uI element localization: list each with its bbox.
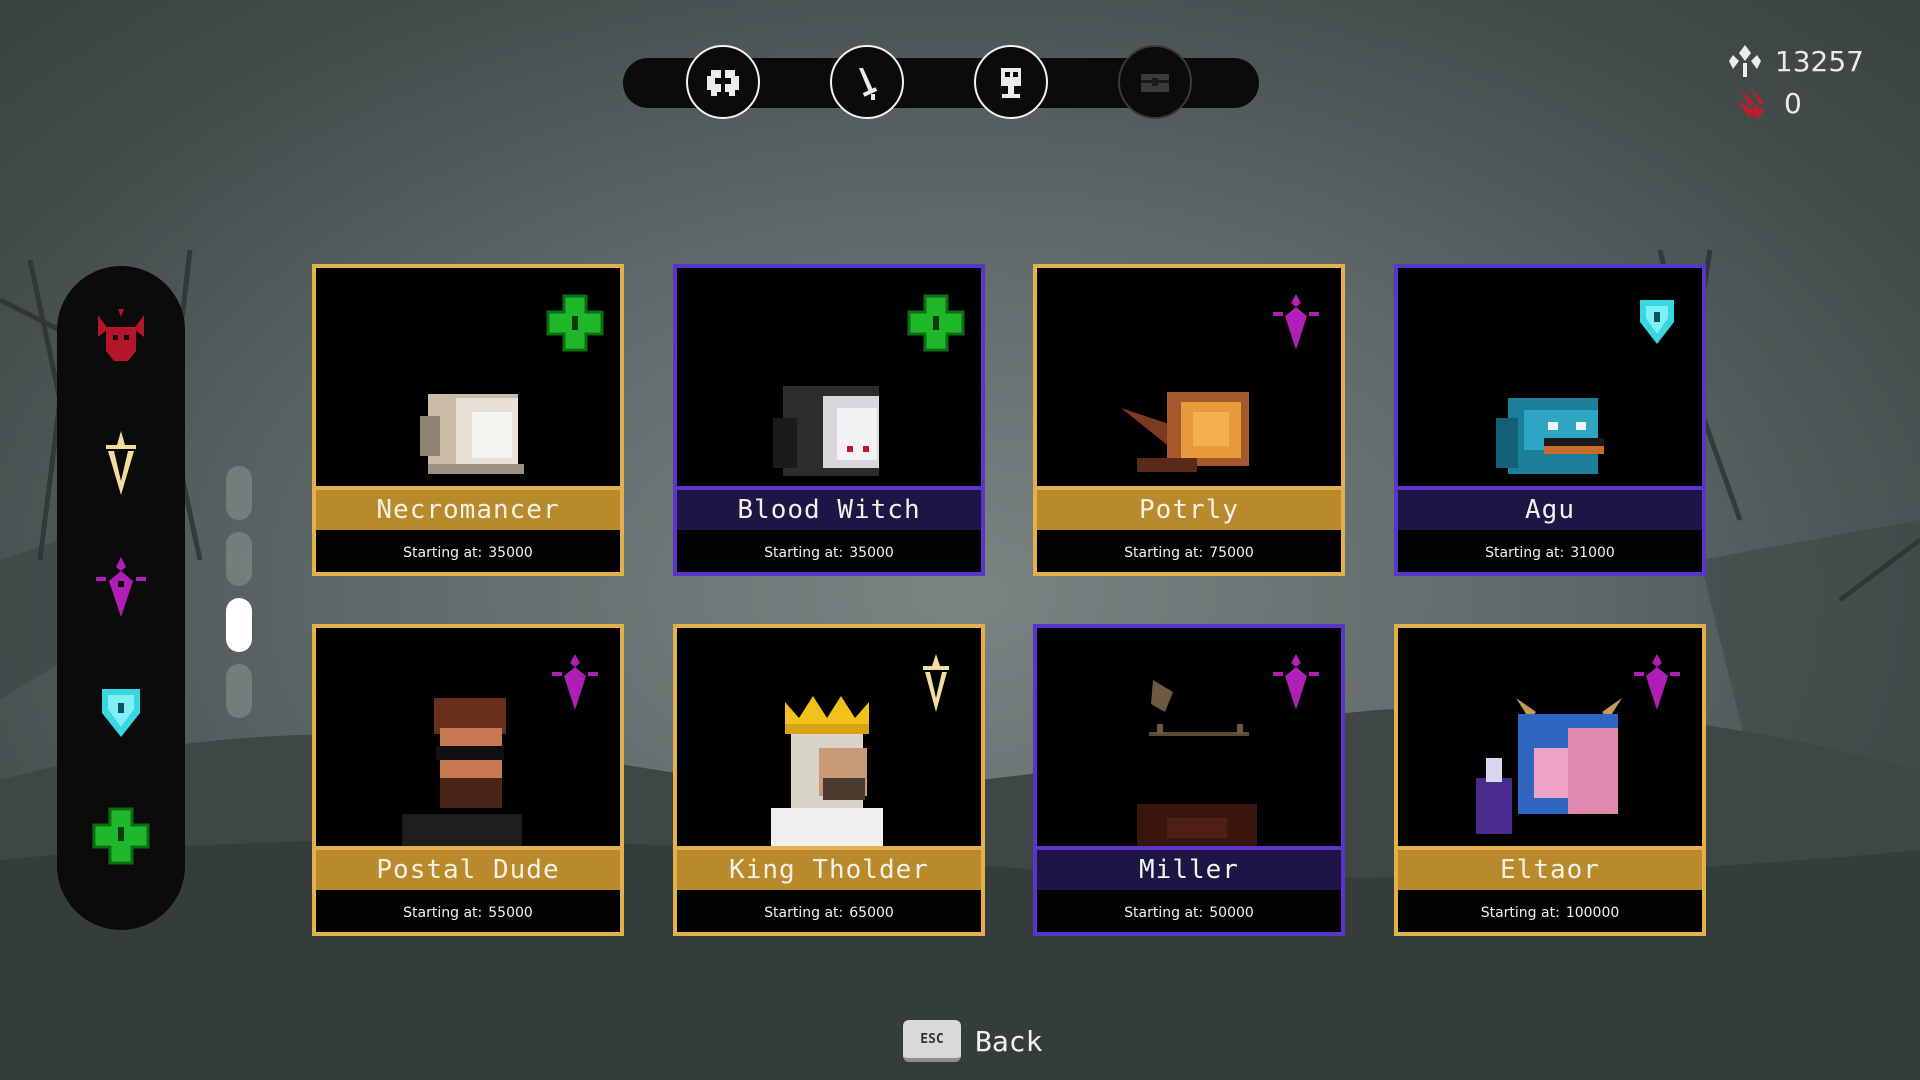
green-cross-icon xyxy=(907,294,965,352)
blood-value: 0 xyxy=(1784,86,1802,120)
tab-weapon[interactable] xyxy=(830,45,904,119)
soul-crystal-icon xyxy=(1728,45,1761,77)
blood-counter: 0 xyxy=(1704,82,1864,124)
price-label: Starting at: xyxy=(403,905,483,921)
price-label: Starting at: xyxy=(1485,545,1565,561)
back-label: Back xyxy=(975,1024,1043,1058)
price-value: 75000 xyxy=(1209,545,1254,561)
dagger-icon xyxy=(923,654,949,712)
character-card-blood-witch[interactable]: Blood Witch Starting at: 35000 xyxy=(673,264,985,576)
green-cross-icon xyxy=(546,294,604,352)
character-portrait xyxy=(1398,268,1702,486)
price-value: 35000 xyxy=(488,545,533,561)
souls-value: 13257 xyxy=(1774,44,1864,78)
demon-crest-icon xyxy=(98,309,144,361)
character-price: Starting at: 75000 xyxy=(1037,530,1341,576)
rail-demon-crest[interactable] xyxy=(81,300,161,380)
price-label: Starting at: xyxy=(764,545,844,561)
character-price: Starting at: 100000 xyxy=(1398,890,1702,936)
rail-dagger[interactable] xyxy=(81,424,161,504)
character-portrait xyxy=(1037,268,1341,486)
currency-panel: 13257 0 xyxy=(1704,40,1864,124)
price-label: Starting at: xyxy=(1480,905,1560,921)
sword-icon xyxy=(859,68,878,100)
tab-statue[interactable] xyxy=(974,45,1048,119)
character-badge xyxy=(905,292,967,354)
price-value: 50000 xyxy=(1209,905,1254,921)
esc-key-icon: ESC xyxy=(903,1020,961,1062)
character-name: King Tholder xyxy=(677,846,981,890)
magenta-sigil-icon xyxy=(1634,654,1680,710)
rail-cyan-shield[interactable] xyxy=(81,672,161,752)
pedestal-icon xyxy=(1001,68,1021,98)
character-card-miller[interactable]: Miller Starting at: 50000 xyxy=(1033,624,1345,936)
scroll-segment[interactable] xyxy=(226,664,252,718)
character-price: Starting at: 31000 xyxy=(1398,530,1702,576)
character-card-eltaor[interactable]: Eltaor Starting at: 100000 xyxy=(1394,624,1706,936)
price-label: Starting at: xyxy=(764,905,844,921)
price-value: 35000 xyxy=(849,545,894,561)
souls-counter: 13257 xyxy=(1704,40,1864,82)
character-card-king-tholder[interactable]: King Tholder Starting at: 65000 xyxy=(673,624,985,936)
character-price: Starting at: 35000 xyxy=(316,530,620,576)
blood-claw-icon xyxy=(1738,87,1764,119)
category-rail xyxy=(57,266,185,930)
character-card-potrly[interactable]: Potrly Starting at: 75000 xyxy=(1033,264,1345,576)
character-card-postal-dude[interactable]: Postal Dude Starting at: 55000 xyxy=(312,624,624,936)
character-badge xyxy=(905,652,967,714)
price-value: 65000 xyxy=(849,905,894,921)
character-name: Miller xyxy=(1037,846,1341,890)
character-portrait xyxy=(316,628,620,846)
magenta-sigil-icon xyxy=(96,557,146,617)
character-badge xyxy=(1265,652,1327,714)
character-card-necromancer[interactable]: Necromancer Starting at: 35000 xyxy=(312,264,624,576)
chest-icon xyxy=(1141,74,1169,92)
magenta-sigil-icon xyxy=(1273,654,1319,710)
character-portrait xyxy=(677,268,981,486)
tab-helmet[interactable] xyxy=(686,45,760,119)
dagger-icon xyxy=(106,431,136,495)
price-label: Starting at: xyxy=(1124,905,1204,921)
price-value: 100000 xyxy=(1565,905,1620,921)
category-tab-bar xyxy=(623,45,1259,119)
character-card-agu[interactable]: Agu Starting at: 31000 xyxy=(1394,264,1706,576)
price-value: 55000 xyxy=(488,905,533,921)
character-portrait xyxy=(316,268,620,486)
cyan-shield-icon xyxy=(102,689,140,737)
price-label: Starting at: xyxy=(1124,545,1204,561)
rail-magenta-sigil[interactable] xyxy=(81,548,161,628)
character-price: Starting at: 55000 xyxy=(316,890,620,936)
character-name: Eltaor xyxy=(1398,846,1702,890)
scroll-segment[interactable] xyxy=(226,532,252,586)
cyan-shield-icon xyxy=(1640,300,1674,344)
magenta-sigil-icon xyxy=(1273,294,1319,350)
scroll-indicator[interactable] xyxy=(226,466,252,726)
rail-green-cross[interactable] xyxy=(81,796,161,876)
character-portrait xyxy=(677,628,981,846)
character-price: Starting at: 50000 xyxy=(1037,890,1341,936)
character-name: Postal Dude xyxy=(316,846,620,890)
scroll-thumb[interactable] xyxy=(226,598,252,652)
character-badge xyxy=(544,292,606,354)
character-badge xyxy=(544,652,606,714)
character-badge xyxy=(1626,292,1688,354)
tab-chest[interactable] xyxy=(1118,45,1192,119)
character-badge xyxy=(1265,292,1327,354)
helmet-icon xyxy=(707,68,739,96)
character-portrait xyxy=(1037,628,1341,846)
character-badge xyxy=(1626,652,1688,714)
character-name: Necromancer xyxy=(316,486,620,530)
green-cross-icon xyxy=(92,807,150,865)
back-button[interactable]: ESC Back xyxy=(903,1020,1042,1062)
character-name: Agu xyxy=(1398,486,1702,530)
character-portrait xyxy=(1398,628,1702,846)
price-label: Starting at: xyxy=(403,545,483,561)
price-value: 31000 xyxy=(1570,545,1615,561)
character-name: Potrly xyxy=(1037,486,1341,530)
magenta-sigil-icon xyxy=(552,654,598,710)
scroll-segment[interactable] xyxy=(226,466,252,520)
character-price: Starting at: 35000 xyxy=(677,530,981,576)
character-name: Blood Witch xyxy=(677,486,981,530)
character-price: Starting at: 65000 xyxy=(677,890,981,936)
